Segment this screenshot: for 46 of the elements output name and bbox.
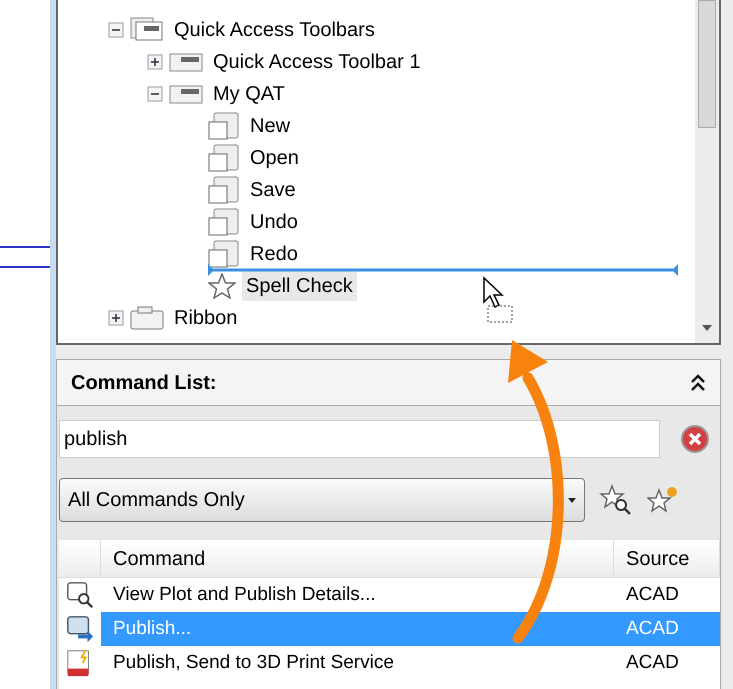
find-star-icon[interactable]: [599, 483, 633, 517]
star-icon: [208, 273, 236, 299]
clear-icon[interactable]: [680, 424, 710, 454]
column-header[interactable]: Command: [101, 540, 614, 577]
command-source: ACAD: [625, 616, 680, 641]
tree-item[interactable]: My QAT: [209, 79, 289, 109]
new-star-icon[interactable]: [647, 485, 679, 515]
tree-item[interactable]: Spell Check: [242, 271, 357, 301]
tree-item[interactable]: Redo: [246, 239, 302, 269]
scroll-down-icon[interactable]: [702, 325, 712, 331]
toolbars-icon: [130, 17, 164, 43]
collapse-icon[interactable]: [690, 374, 706, 392]
scrollbar-thumb[interactable]: [698, 0, 716, 128]
command-name: View Plot and Publish Details...: [112, 582, 377, 607]
collapse-icon[interactable]: [108, 22, 124, 38]
column-header[interactable]: Source: [614, 540, 720, 577]
window-icon: [208, 240, 240, 268]
window-icon: [208, 176, 240, 204]
tree-item[interactable]: New: [246, 111, 294, 141]
window-icon: [208, 208, 240, 236]
expand-icon[interactable]: [147, 54, 163, 70]
command-icon: [65, 614, 95, 644]
command-row[interactable]: Publish, Send to 3D Print Service ACAD: [101, 646, 720, 680]
command-icon: [65, 580, 95, 610]
toolbar-icon: [169, 51, 203, 73]
collapse-icon[interactable]: [147, 86, 163, 102]
panel-title: Command List:: [71, 370, 217, 396]
command-name: Publish, Send to 3D Print Service: [112, 650, 395, 675]
command-name: Publish...: [112, 616, 192, 641]
tree-item[interactable]: Undo: [246, 207, 302, 237]
command-source: ACAD: [625, 650, 680, 675]
command-source: ACAD: [625, 582, 680, 607]
expand-icon[interactable]: [108, 310, 124, 326]
command-row[interactable]: View Plot and Publish Details... ACAD: [101, 578, 720, 612]
dropdown-arrow-icon: [568, 498, 576, 502]
window-icon: [208, 112, 240, 140]
tree-item[interactable]: Quick Access Toolbars: [170, 15, 379, 45]
filter-dropdown[interactable]: All Commands Only: [59, 478, 585, 522]
toolbar-icon: [169, 83, 203, 105]
tree-item[interactable]: Open: [246, 143, 303, 173]
tree-item[interactable]: Save: [246, 175, 300, 205]
tree-item[interactable]: Ribbon: [170, 303, 242, 333]
tree-item[interactable]: Quick Access Toolbar 1: [209, 47, 425, 77]
window-icon: [208, 144, 240, 172]
folder-icon: [130, 306, 164, 330]
search-field[interactable]: publish: [59, 420, 660, 458]
